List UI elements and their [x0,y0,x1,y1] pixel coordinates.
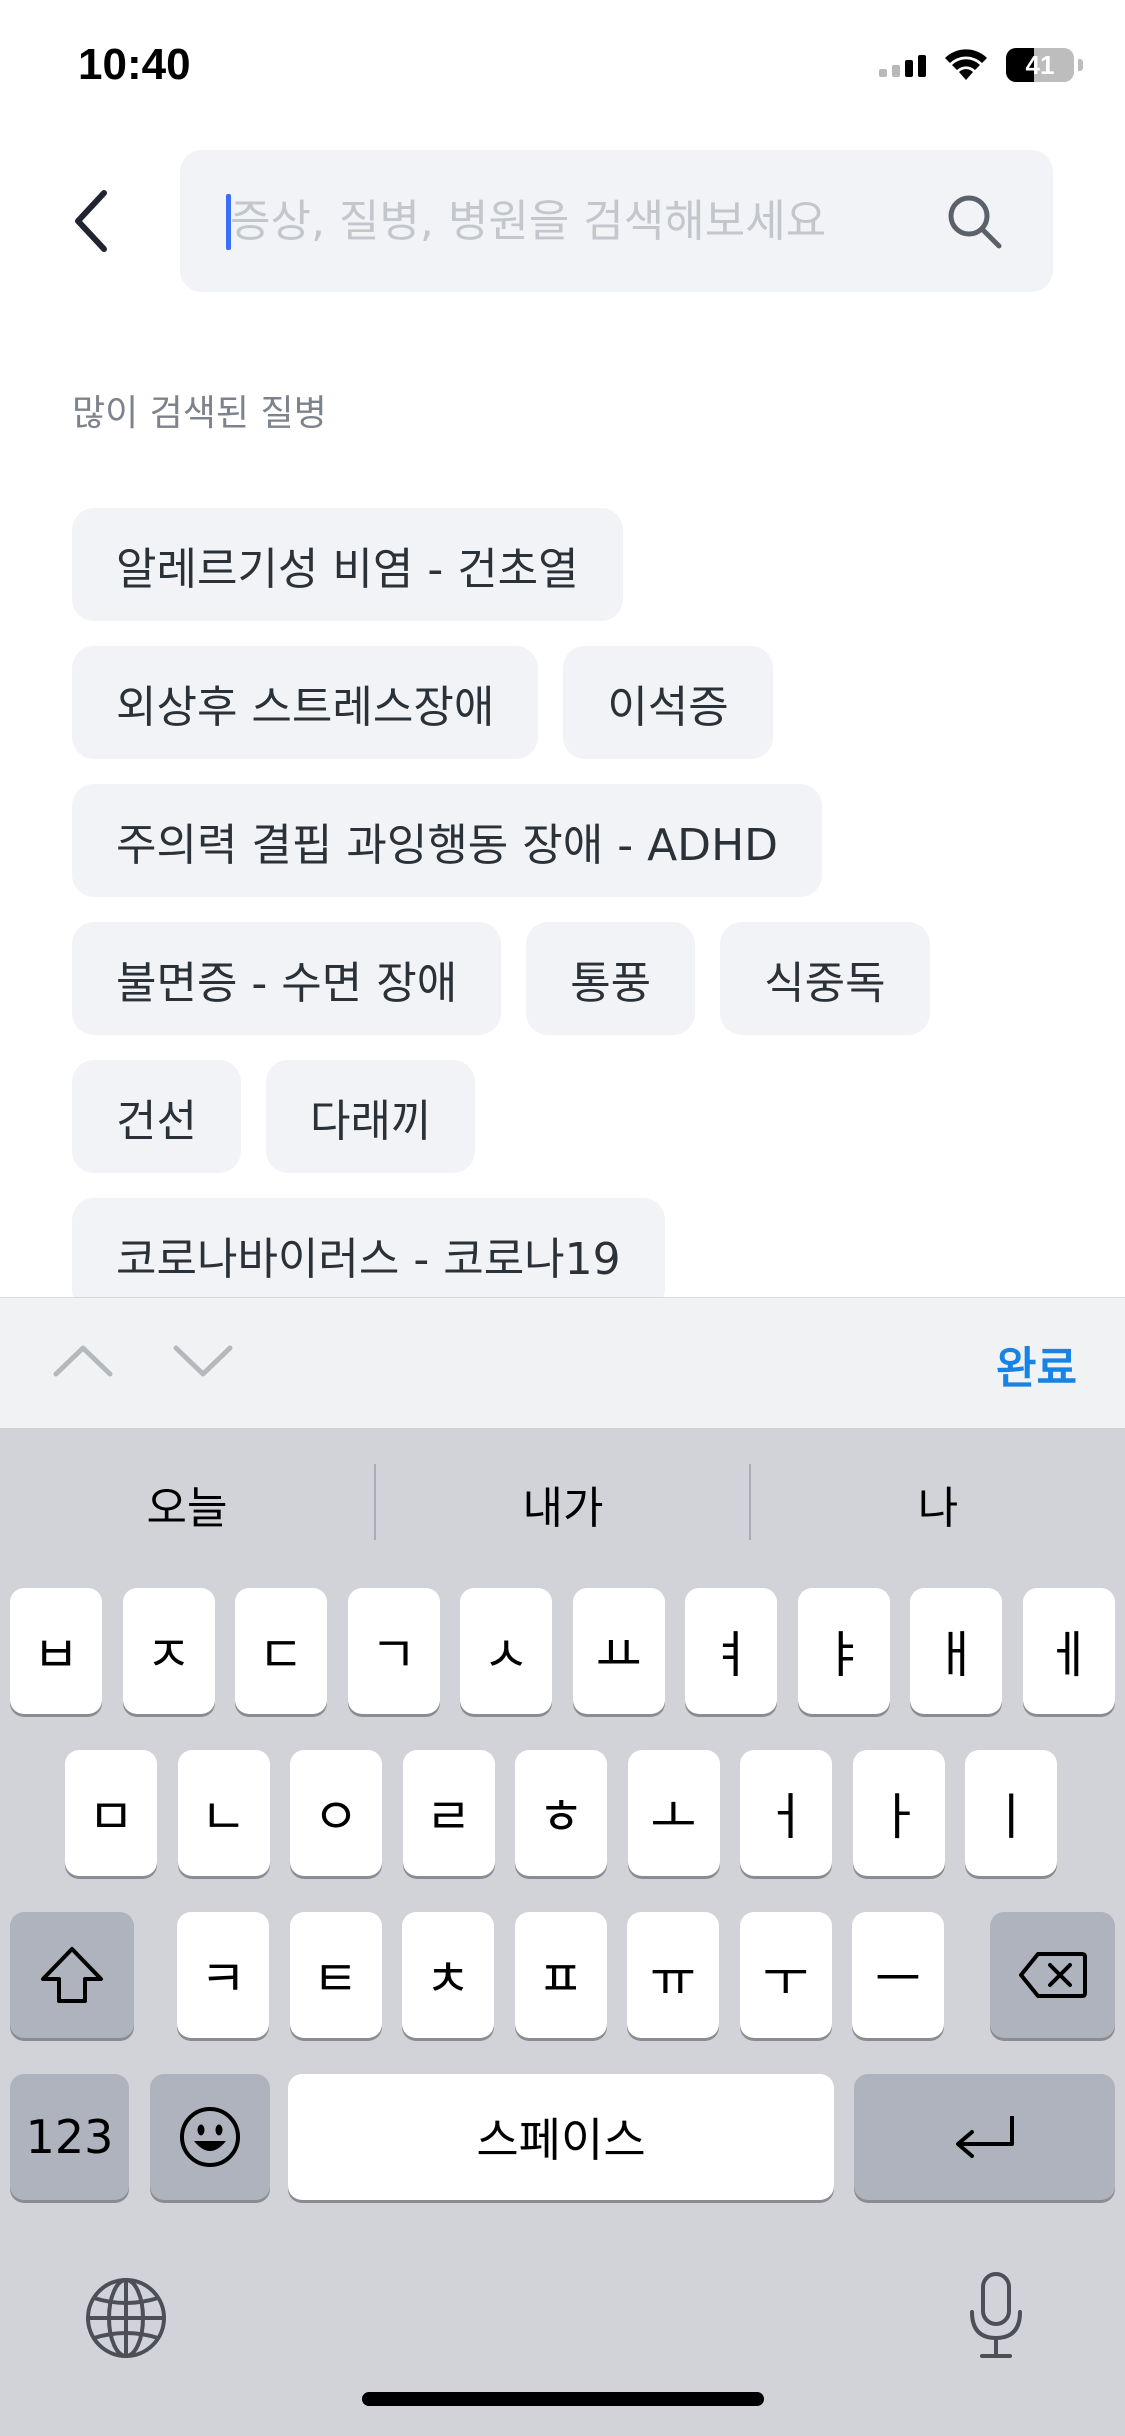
letter-key[interactable]: ㅈ [122,1588,215,1714]
delete-key[interactable] [990,1912,1115,2038]
shift-key[interactable] [10,1912,134,2038]
letter-key[interactable]: ㅓ [740,1750,832,1876]
letter-key[interactable]: ㅛ [572,1588,665,1714]
chip-row: 주의력 결핍 과잉행동 장애 - ADHD [72,784,1072,897]
done-button[interactable]: 완료 [996,1332,1077,1396]
chip-row: 코로나바이러스 - 코로나19 [72,1198,1072,1297]
letter-key[interactable]: ㄷ [235,1588,327,1714]
suggestion-item[interactable]: 내가 [376,1428,750,1580]
numbers-key[interactable]: 123 [10,2074,129,2200]
return-icon [955,2116,1014,2158]
suggestion-item[interactable]: 나 [751,1428,1125,1580]
return-key[interactable] [854,2074,1115,2200]
letter-key[interactable]: ㅕ [685,1588,777,1714]
letter-key[interactable]: ㅡ [852,1912,944,2038]
chip-row: 외상후 스트레스장애 이석증 [72,646,1072,759]
letter-key[interactable]: ㅅ [460,1588,552,1714]
emoji-icon [180,2107,240,2167]
chip-row: 불면증 - 수면 장애 통풍 식중독 [72,922,1072,1035]
letter-key[interactable]: ㅑ [797,1588,890,1714]
chip-row: 건선 다래끼 [72,1060,1072,1173]
popular-disease-chips: 알레르기성 비염 - 건초열외상후 스트레스장애 이석증주의력 결핍 과잉행동 장… [72,508,1072,1297]
disease-chip[interactable]: 통풍 [526,922,696,1035]
letter-key[interactable]: ㄱ [347,1588,440,1714]
delete-icon [1018,1952,1087,1998]
disease-chip[interactable]: 외상후 스트레스장애 [72,646,539,759]
letter-key[interactable]: ㅗ [627,1750,720,1876]
letter-key[interactable]: ㅌ [289,1912,382,2038]
letter-key[interactable]: ㅏ [852,1750,945,1876]
letter-key[interactable]: ㅠ [627,1912,719,2038]
disease-chip[interactable]: 주의력 결핍 과잉행동 장애 - ADHD [72,784,823,897]
screen: 10:40 41 많이 검색된 질병 알레르기성 비염 - 건초열외상후 [0,0,1125,2436]
letter-key[interactable]: ㅐ [910,1588,1002,1714]
disease-chip[interactable]: 이석증 [563,646,773,759]
letter-key[interactable]: ㄹ [402,1750,495,1876]
letter-key[interactable]: ㅣ [965,1750,1057,1876]
suggestion-item[interactable]: 오늘 [0,1428,374,1580]
letter-key[interactable]: ㅍ [514,1912,607,2038]
disease-chip[interactable]: 다래끼 [265,1060,476,1173]
letter-key[interactable]: ㅁ [65,1750,157,1876]
disease-chip[interactable]: 불면증 - 수면 장애 [72,922,502,1035]
microphone-icon[interactable] [966,2270,1026,2362]
emoji-key[interactable] [150,2074,270,2200]
disease-chip[interactable]: 알레르기성 비염 - 건초열 [72,508,623,621]
korean-keyboard: 오늘 내가 나 ㅂㅈㄷㄱㅅㅛㅕㅑㅐㅔㅁㄴㅇㄹㅎㅗㅓㅏㅣㅋㅌㅊㅍㅠㅜㅡ 123 스… [0,1428,1125,2436]
disease-chip[interactable]: 식중독 [720,922,930,1035]
space-key[interactable]: 스페이스 [288,2074,834,2200]
suggestion-bar: 오늘 내가 나 [0,1428,1125,1580]
chips-clip: 알레르기성 비염 - 건초열외상후 스트레스장애 이석증주의력 결핍 과잉행동 장… [0,0,1125,1297]
disease-chip[interactable]: 코로나바이러스 - 코로나19 [72,1198,665,1297]
chevron-up-icon[interactable] [52,1338,114,1382]
letter-key[interactable]: ㅎ [515,1750,607,1876]
shift-icon [41,1947,103,2003]
letter-key[interactable]: ㅊ [402,1912,494,2038]
chip-row: 알레르기성 비염 - 건초열 [72,508,1072,621]
home-indicator[interactable] [362,2392,764,2406]
letter-key[interactable]: ㄴ [177,1750,270,1876]
globe-icon[interactable] [84,2276,168,2360]
keyboard-accessory-bar: 완료 [0,1297,1125,1428]
letter-key[interactable]: ㅋ [177,1912,269,2038]
letter-key[interactable]: ㅇ [290,1750,382,1876]
disease-chip[interactable]: 건선 [72,1060,241,1173]
letter-key[interactable]: ㅜ [739,1912,832,2038]
letter-key[interactable]: ㅂ [10,1588,102,1714]
letter-key[interactable]: ㅔ [1022,1588,1115,1714]
chevron-down-icon[interactable] [172,1338,234,1382]
